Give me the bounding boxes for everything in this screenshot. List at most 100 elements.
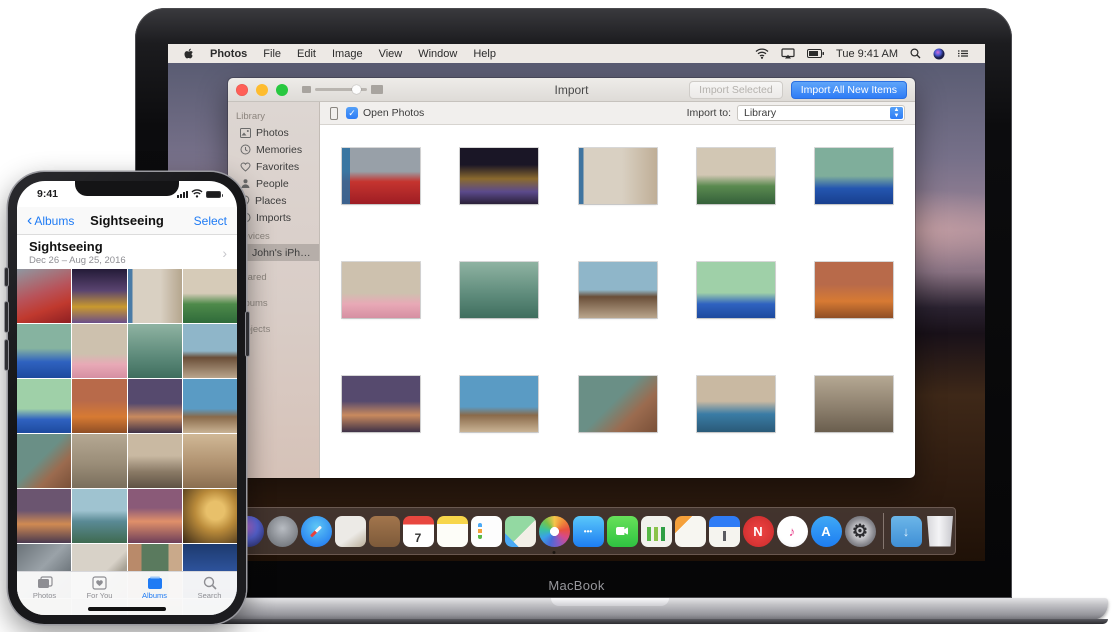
dock-downloads-icon[interactable]: ↓: [891, 516, 922, 547]
dock-mail-icon[interactable]: [335, 516, 366, 547]
photo-valley-sunset[interactable]: [342, 376, 420, 432]
photo-red-classic-car[interactable]: [342, 148, 420, 204]
menu-edit[interactable]: Edit: [297, 48, 316, 60]
dock-messages-icon[interactable]: •••: [573, 516, 604, 547]
dock-system-preferences-icon[interactable]: ⚙: [845, 516, 876, 547]
dock-photos-icon[interactable]: [539, 516, 570, 547]
photos-tab-icon: [37, 576, 53, 590]
photo-green-car[interactable]: [183, 269, 237, 323]
dock-reminders-icon[interactable]: [471, 516, 502, 547]
photo-orange-truck[interactable]: [815, 262, 893, 318]
photo-blue-car-old-street[interactable]: [697, 376, 775, 432]
dock-safari-icon[interactable]: [301, 516, 332, 547]
photo-old-sign[interactable]: [579, 376, 657, 432]
import-selected-button[interactable]: Import Selected: [689, 81, 783, 99]
dock-itunes-icon[interactable]: ♪: [777, 516, 808, 547]
menu-file[interactable]: File: [263, 48, 281, 60]
tab-search[interactable]: Search: [187, 576, 233, 600]
menu-help[interactable]: Help: [473, 48, 496, 60]
photo-donkey-cart[interactable]: [183, 379, 237, 433]
sidebar-item-favorites[interactable]: Favorites: [228, 158, 319, 175]
photo-horse-cart[interactable]: [183, 324, 237, 378]
photo-blue-car-mint-wall[interactable]: [17, 379, 71, 433]
dock-news-icon[interactable]: N: [743, 516, 774, 547]
home-indicator[interactable]: [88, 607, 166, 611]
wifi-icon[interactable]: [755, 48, 769, 59]
tab-photos[interactable]: Photos: [22, 576, 68, 600]
back-to-albums-button[interactable]: ‹ Albums: [27, 214, 74, 228]
airplay-display-icon[interactable]: [781, 48, 795, 59]
dock-numbers-icon[interactable]: [641, 516, 672, 547]
import-all-button[interactable]: Import All New Items: [791, 81, 907, 99]
photo-blue-car-green-building[interactable]: [815, 148, 893, 204]
photo-sunset-hills[interactable]: [17, 489, 71, 543]
dock-launchpad-icon[interactable]: [267, 516, 298, 547]
photo-old-sign[interactable]: [17, 434, 71, 488]
siri-icon[interactable]: [933, 48, 945, 60]
dock-notes-icon[interactable]: [437, 516, 468, 547]
photo-old-walls-dome[interactable]: [72, 434, 126, 488]
select-button[interactable]: Select: [194, 214, 227, 228]
photo-blue-car-teal-building[interactable]: [17, 324, 71, 378]
menu-image[interactable]: Image: [332, 48, 363, 60]
photo-red-classic-car[interactable]: [17, 269, 71, 323]
photo-donkey-cart[interactable]: [460, 376, 538, 432]
window-titlebar[interactable]: Import Import Selected Import All New It…: [228, 78, 915, 102]
photo-bridge-sunset[interactable]: [128, 489, 182, 543]
photo-pink-car[interactable]: [72, 324, 126, 378]
photo-street-dome[interactable]: [815, 376, 893, 432]
photo-cart-alley[interactable]: [183, 434, 237, 488]
photo-night-building[interactable]: [460, 148, 538, 204]
dock-contacts-icon[interactable]: [369, 516, 400, 547]
menu-clock[interactable]: Tue 9:41 AM: [836, 48, 898, 60]
slider-thumb[interactable]: [352, 85, 361, 94]
import-destination-select[interactable]: Library ▲▼: [737, 105, 905, 121]
active-app-name[interactable]: Photos: [210, 48, 247, 60]
battery-icon: [206, 191, 221, 198]
notification-center-icon[interactable]: [957, 49, 969, 59]
tab-albums[interactable]: Albums: [132, 576, 178, 600]
open-photos-checkbox[interactable]: ✓: [346, 107, 358, 119]
dock-trash-icon[interactable]: [925, 516, 956, 547]
sidebar-item-people[interactable]: People: [228, 175, 319, 192]
photo-night-chandelier[interactable]: [72, 269, 126, 323]
chevron-left-icon: ‹: [27, 215, 32, 227]
dock-maps-icon[interactable]: [505, 516, 536, 547]
battery-icon[interactable]: [807, 49, 824, 58]
photo-pink-car[interactable]: [342, 262, 420, 318]
dock-keynote-icon[interactable]: [709, 516, 740, 547]
menu-view[interactable]: View: [379, 48, 403, 60]
thumbnail-size-slider[interactable]: [302, 85, 383, 94]
photo-teal-facade[interactable]: [460, 262, 538, 318]
photo-teal-facade[interactable]: [128, 324, 182, 378]
dock-app-store-icon[interactable]: A: [811, 516, 842, 547]
iphone-photo-grid: [17, 269, 237, 615]
photo-old-door[interactable]: [128, 269, 182, 323]
photo-old-door[interactable]: [579, 148, 657, 204]
close-window-button[interactable]: [236, 84, 248, 96]
photo-horse-cart[interactable]: [579, 262, 657, 318]
sidebar-header-library: Library: [228, 106, 319, 124]
tab-for-you[interactable]: For You: [77, 576, 123, 600]
sidebar-item-photos[interactable]: Photos: [228, 124, 319, 141]
photo-golden-lights[interactable]: [183, 489, 237, 543]
apple-logo-icon[interactable]: [184, 48, 194, 60]
import-to-label: Import to:: [687, 107, 731, 119]
dock-pages-icon[interactable]: [675, 516, 706, 547]
photo-coastal-cliffs[interactable]: [72, 489, 126, 543]
photo-narrow-street[interactable]: [128, 434, 182, 488]
photo-valley-sunset[interactable]: [128, 379, 182, 433]
zoom-window-button[interactable]: [276, 84, 288, 96]
photo-orange-truck[interactable]: [72, 379, 126, 433]
device-iphone-icon: [330, 107, 338, 120]
menu-window[interactable]: Window: [418, 48, 457, 60]
dock-calendar-icon[interactable]: 7: [403, 516, 434, 547]
dock-facetime-icon[interactable]: [607, 516, 638, 547]
sidebar-item-memories[interactable]: Memories: [228, 141, 319, 158]
spotlight-search-icon[interactable]: [910, 48, 921, 59]
photo-green-car[interactable]: [697, 148, 775, 204]
photo-blue-car-mint-wall[interactable]: [697, 262, 775, 318]
search-tab-icon: [203, 576, 217, 590]
album-header[interactable]: Sightseeing Dec 26 – Aug 25, 2016 ›: [17, 235, 237, 269]
minimize-window-button[interactable]: [256, 84, 268, 96]
